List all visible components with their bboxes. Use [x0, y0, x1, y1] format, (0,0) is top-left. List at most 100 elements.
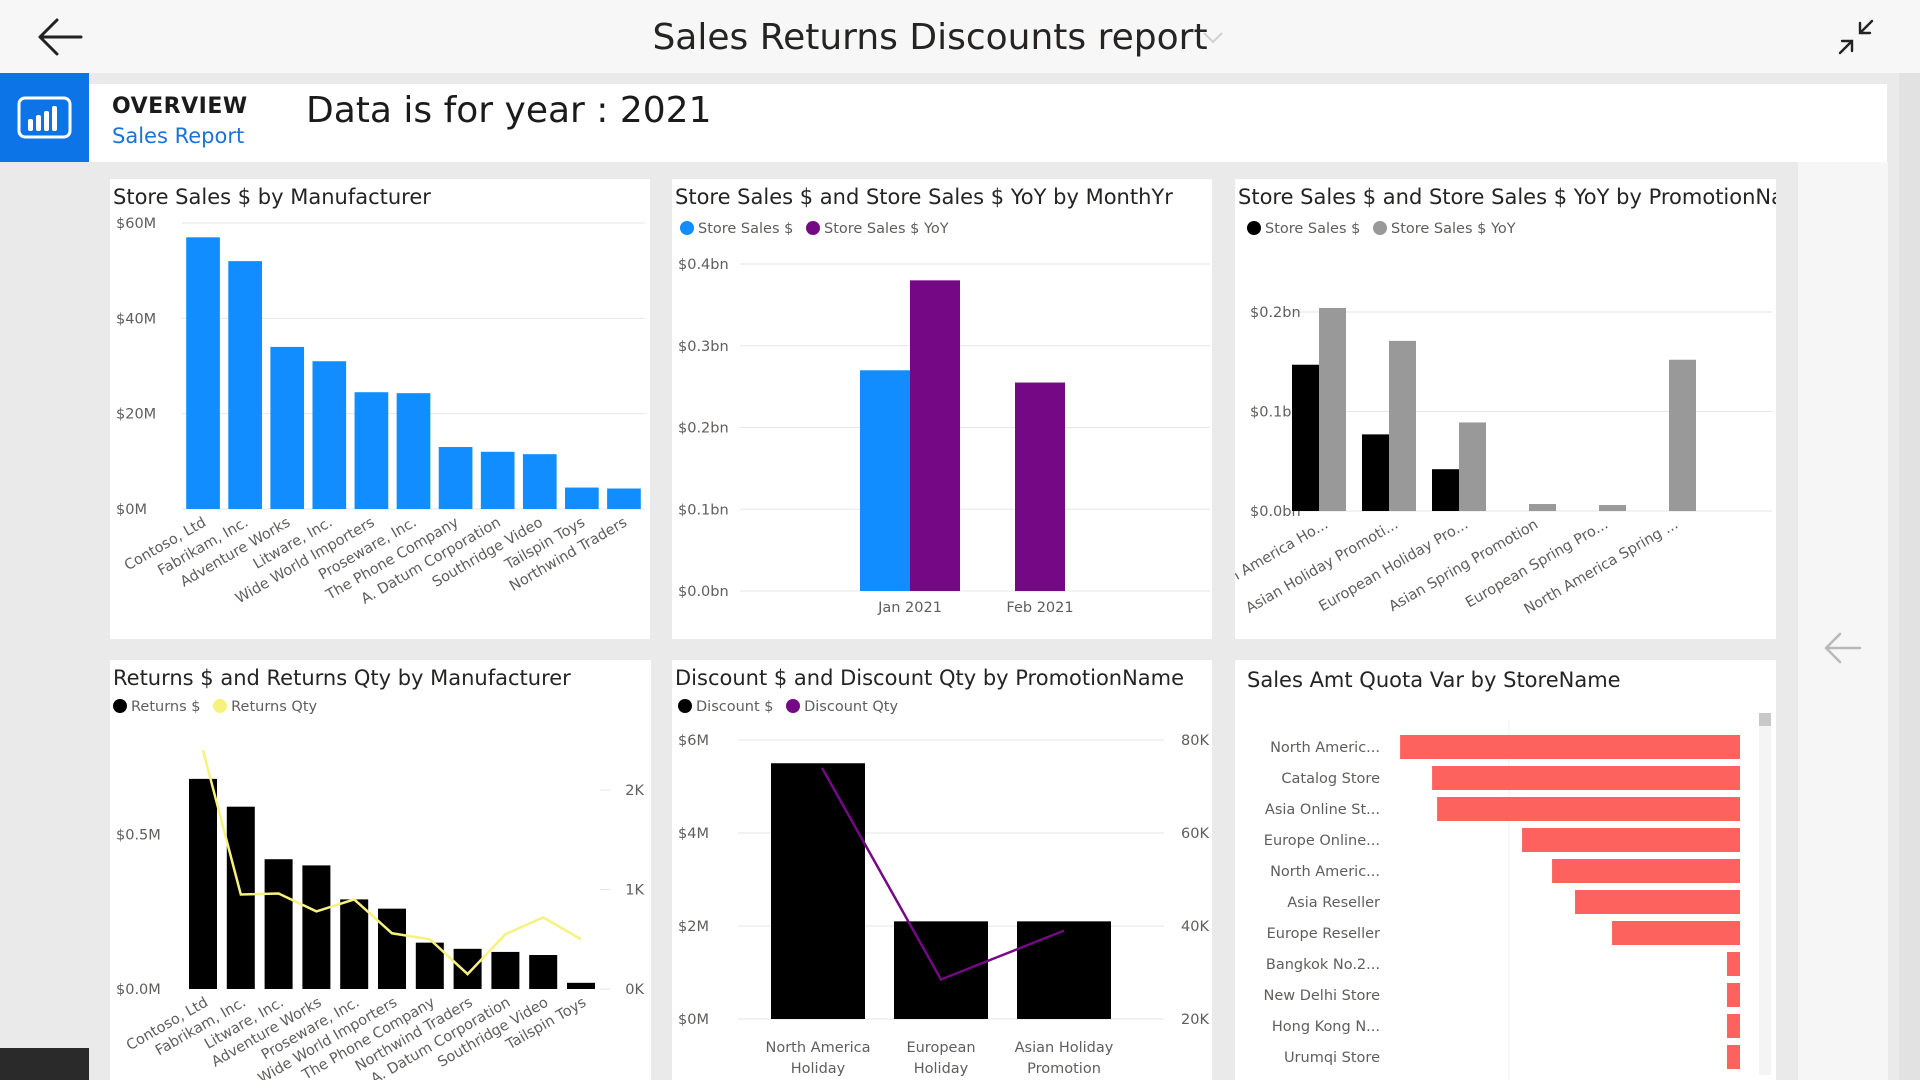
bar	[910, 280, 960, 591]
y2-tick-label: 80K	[1181, 733, 1209, 749]
y2-tick-label: 60K	[1181, 826, 1209, 842]
bar	[1552, 859, 1740, 883]
y-tick-label: Bangkok No.2...	[1266, 957, 1380, 973]
y-tick-label: $40M	[116, 311, 156, 327]
x-tick-label: Holiday	[791, 1061, 846, 1077]
bar	[340, 899, 369, 989]
chart-svg: $0.0bn$0.1bn$0.2bnNorth America Ho...Asi…	[1235, 305, 1772, 618]
y2-tick-label: 2K	[625, 783, 644, 799]
bar	[1389, 340, 1416, 511]
bar	[529, 955, 558, 989]
chart-card-store-sales-by-monthyr[interactable]: Store Sales $ and Store Sales $ YoY by M…	[672, 179, 1212, 639]
y-tick-label: Urumqi Store	[1284, 1050, 1380, 1066]
bar	[1015, 382, 1065, 591]
bar	[607, 488, 641, 509]
y-tick-label: $0.2bn	[1250, 305, 1301, 321]
x-tick-label: Asian Holiday	[1015, 1040, 1114, 1056]
previous-page-icon[interactable]	[1822, 630, 1862, 666]
report-title: Sales Returns Discounts report	[652, 17, 1208, 58]
bar	[480, 451, 515, 509]
chart-card-store-sales-by-promotion[interactable]: Store Sales $ and Store Sales $ YoY by P…	[1235, 179, 1776, 639]
chart-svg: North Americ... Catalog Store Asia Online …	[1263, 713, 1771, 1080]
report-logo-tile[interactable]	[0, 73, 89, 162]
bar	[1727, 983, 1740, 1007]
y-tick-label: North Americ...	[1270, 740, 1380, 756]
chart-card-store-sales-by-manufacturer[interactable]: Store Sales $ by Manufacturer $0M $20M $40…	[110, 179, 650, 639]
x-tick-label: Holiday	[914, 1061, 969, 1077]
y-tick-label: $20M	[116, 407, 156, 423]
bar	[860, 370, 910, 591]
bar	[302, 865, 331, 989]
y-tick-label: $0M	[678, 1012, 709, 1028]
y2-tick-label: 1K	[625, 883, 644, 899]
bar	[565, 487, 599, 509]
bar	[1017, 921, 1111, 1019]
y-tick-label: $0.0bn	[678, 584, 729, 600]
y-tick-label: North Americ...	[1270, 864, 1380, 880]
bar	[1437, 797, 1740, 821]
side-panel	[1798, 162, 1888, 1080]
y-tick-label: Catalog Store	[1281, 771, 1380, 787]
bar	[1459, 422, 1486, 511]
y-tick-label: $0M	[116, 502, 147, 518]
collapse-icon[interactable]	[1836, 17, 1876, 57]
bar	[1612, 921, 1740, 945]
y-tick-label: Hong Kong N...	[1272, 1019, 1380, 1035]
bar	[771, 763, 865, 1019]
y-tick-label: $4M	[678, 826, 709, 842]
y-tick-label: New Delhi Store	[1263, 988, 1380, 1004]
chart-card-quota-var-by-store[interactable]: Sales Amt Quota Var by StoreName North A…	[1235, 660, 1776, 1080]
scrollbar-thumb	[1759, 713, 1771, 726]
bar	[453, 948, 482, 989]
y-tick-label: $0.4bn	[678, 257, 729, 273]
chevron-down-icon[interactable]	[1198, 22, 1228, 52]
x-tick-label: North America	[766, 1040, 871, 1056]
chart-svg: $0M $2M $4M $6M 20K 40K 60K 80K North America Hol…	[678, 733, 1209, 1077]
bar	[491, 951, 520, 989]
bar	[264, 859, 293, 989]
x-tick-label: European	[906, 1040, 975, 1056]
page-nav-tile[interactable]	[0, 1048, 89, 1080]
bar	[1522, 828, 1740, 852]
chart-svg: $0.0bn $0.1bn $0.2bn $0.3bn $0.4bn Jan 2021 Fe…	[678, 257, 1210, 616]
bar	[1432, 469, 1459, 511]
bar	[312, 361, 347, 509]
y-tick-label: $0.3bn	[678, 339, 729, 355]
bar	[1575, 890, 1740, 914]
back-arrow-icon[interactable]	[35, 14, 87, 60]
bar	[270, 346, 305, 509]
bar	[226, 806, 255, 989]
scrollbar-track	[1759, 713, 1771, 1075]
right-gutter	[1899, 73, 1920, 1080]
y-tick-label: $0.5M	[116, 828, 161, 844]
bar	[1599, 505, 1626, 511]
chart-card-discount-by-promotion[interactable]: Discount $ and Discount Qty by Promotion…	[672, 660, 1212, 1080]
bar	[354, 392, 389, 509]
chart-card-returns-by-manufacturer[interactable]: Returns $ and Returns Qty by Manufacture…	[110, 660, 651, 1080]
nav-overview-label[interactable]: OVERVIEW	[112, 94, 248, 119]
bar	[1727, 1014, 1740, 1038]
power-bi-logo-icon	[17, 96, 72, 139]
y-tick-label: $0.2bn	[678, 421, 729, 437]
bar	[522, 454, 557, 509]
x-tick-label: Feb 2021	[1006, 600, 1073, 616]
y2-tick-label: 20K	[1181, 1012, 1209, 1028]
y2-tick-label: 0K	[625, 982, 644, 998]
bar	[1727, 1045, 1740, 1069]
y-tick-label: $0.1bn	[678, 502, 729, 518]
chart-svg: $0.0M$0.5M0K1K2KContoso, LtdFabrikam, In…	[116, 749, 644, 1080]
bar	[1727, 952, 1740, 976]
y-tick-label: $2M	[678, 919, 709, 935]
bar	[396, 393, 431, 509]
bar	[228, 261, 262, 509]
bar	[1529, 504, 1556, 511]
top-bar: Sales Returns Discounts report	[0, 0, 1920, 73]
y-tick-label: $0.0M	[116, 982, 161, 998]
y-tick-label: Europe Online...	[1264, 833, 1380, 849]
y-tick-label: $6M	[678, 733, 709, 749]
y-tick-label: Asia Online St...	[1265, 802, 1380, 818]
bar	[1432, 766, 1740, 790]
bar	[186, 237, 220, 510]
nav-sales-report-label[interactable]: Sales Report	[112, 124, 244, 148]
y-tick-label: $60M	[116, 216, 156, 232]
